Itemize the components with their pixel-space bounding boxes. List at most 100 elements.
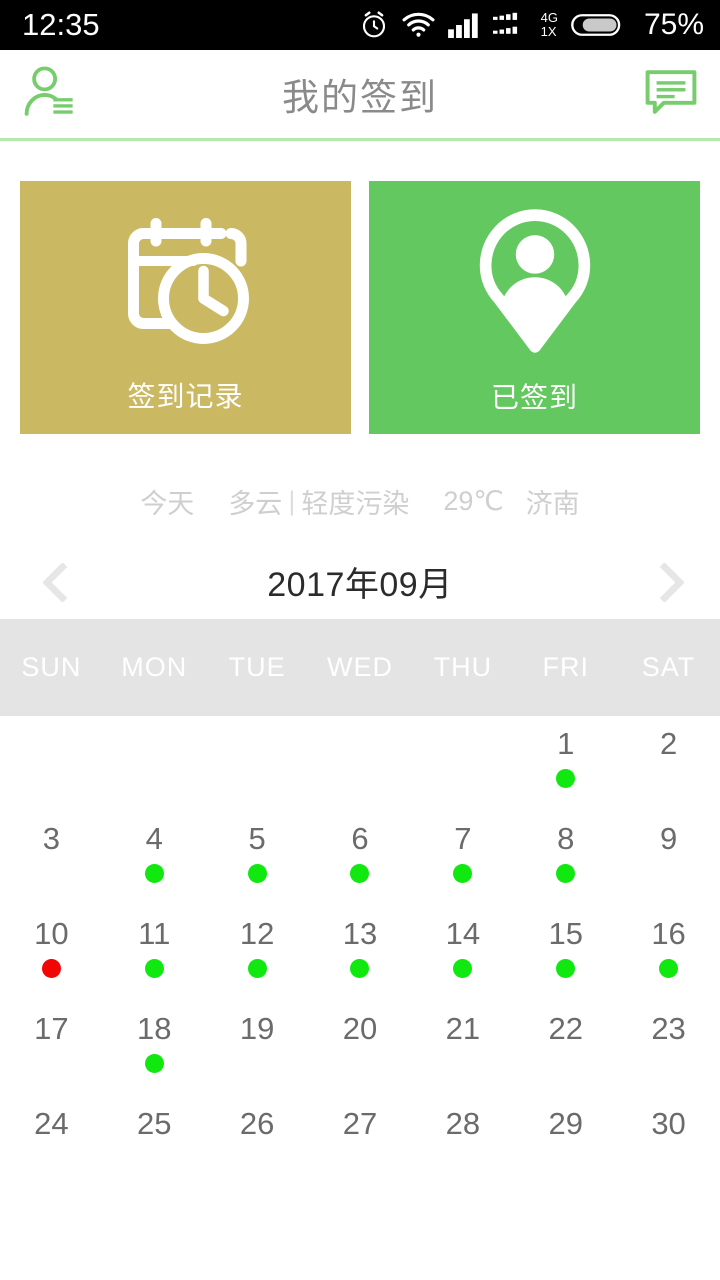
calendar-day-number: 12: [239, 916, 275, 951]
calendar-day-cell[interactable]: 3: [0, 811, 103, 906]
calendar-day-cell[interactable]: 30: [617, 1096, 720, 1191]
calendar-day-cell[interactable]: 21: [411, 1001, 514, 1096]
calendar-day-cell[interactable]: 20: [309, 1001, 412, 1096]
alarm-icon: [359, 10, 389, 40]
calendar-day-dot-green: [144, 1054, 164, 1073]
calendar-day-cell[interactable]: 17: [0, 1001, 103, 1096]
calendar-day-dot-green: [144, 864, 164, 883]
calendar-day-number: 27: [342, 1106, 378, 1141]
calendar-day-number: 15: [548, 916, 583, 951]
calendar-day-cell[interactable]: 29: [514, 1096, 617, 1191]
calendar-day-number: 29: [548, 1106, 583, 1141]
signal-icon: [447, 12, 480, 38]
calendar-day-dot-green: [247, 959, 267, 978]
calendar-day-number: 20: [342, 1011, 378, 1046]
wifi-icon: [402, 11, 435, 39]
calendar-day-number: 9: [659, 821, 678, 856]
calendar-day-cell[interactable]: 6: [309, 811, 412, 906]
calendar-day-cell[interactable]: 26: [206, 1096, 309, 1191]
calendar-day-number: 1: [557, 726, 575, 761]
calendar-day-number: 18: [137, 1011, 172, 1046]
calendar-day-dot-green: [453, 864, 473, 883]
calendar-day-dot-green: [144, 959, 164, 978]
calendar-day-number: 26: [239, 1106, 275, 1141]
calendar-day-dot-green: [453, 959, 473, 978]
calendar-day-dot-green: [556, 864, 576, 883]
calendar-day-dot-green: [350, 864, 370, 883]
checked-in-card[interactable]: 已签到: [369, 181, 700, 434]
weather-bar: 今天 多云 | 轻度污染 29℃ 济南: [0, 482, 720, 521]
calendar-day-number: 2: [659, 726, 678, 761]
calendar-day-cell[interactable]: 2: [617, 716, 720, 811]
calendar-day-number: 11: [138, 916, 171, 951]
status-bar: 12:35 4G 1X 75%: [0, 0, 720, 50]
calendar-clock-icon: [111, 206, 261, 361]
calendar-day-cell[interactable]: 1: [514, 716, 617, 811]
signal-dual-icon: [492, 12, 527, 38]
checkin-record-card[interactable]: 签到记录: [20, 181, 351, 434]
weekday-fri: FRI: [542, 652, 589, 682]
calendar-day-number: 3: [42, 821, 61, 856]
calendar-day-number: 25: [137, 1106, 172, 1141]
chevron-left-icon[interactable]: [42, 564, 76, 598]
calendar-day-cell[interactable]: 24: [0, 1096, 103, 1191]
calendar-day-dot-green: [556, 769, 576, 788]
calendar-day-cell[interactable]: 4: [103, 811, 206, 906]
calendar-day-cell[interactable]: 9: [617, 811, 720, 906]
chevron-right-icon[interactable]: [644, 564, 678, 598]
status-bar-indicators: 4G 1X 75%: [359, 8, 704, 42]
calendar-day-number: 22: [548, 1011, 583, 1046]
calendar-day-cell[interactable]: 16: [617, 906, 720, 1001]
weather-condition: 多云: [228, 489, 283, 519]
network-type-label: 4G 1X: [541, 11, 558, 39]
network-type-1x: 1X: [540, 24, 557, 39]
weekday-sat: SAT: [641, 652, 696, 682]
calendar-day-cell[interactable]: 27: [309, 1096, 412, 1191]
calendar-day-dot-red: [41, 959, 61, 978]
calendar-day-cell[interactable]: 23: [617, 1001, 720, 1096]
weekday-wed: WED: [326, 652, 393, 682]
calendar-day-number: 24: [34, 1106, 69, 1141]
app-header: 我的签到: [0, 50, 720, 141]
user-list-button[interactable]: [22, 64, 76, 125]
calendar-day-number: 21: [445, 1011, 481, 1046]
calendar-day-cell[interactable]: 22: [514, 1001, 617, 1096]
calendar-day-cell[interactable]: 15: [514, 906, 617, 1001]
weekday-thu: THU: [433, 652, 493, 682]
calendar-day-cell[interactable]: 14: [411, 906, 514, 1001]
calendar-day-cell[interactable]: 19: [206, 1001, 309, 1096]
calendar-day-dot-green: [247, 864, 267, 883]
calendar-day-cell[interactable]: 13: [309, 906, 412, 1001]
calendar-day-dot-green: [350, 959, 370, 978]
calendar-day-cell[interactable]: 7: [411, 811, 514, 906]
message-bubble-icon: [644, 69, 698, 120]
calendar-day-cell[interactable]: 8: [514, 811, 617, 906]
calendar-day-cell[interactable]: 25: [103, 1096, 206, 1191]
network-type-4g: 4G: [540, 10, 558, 25]
calendar-day-cell[interactable]: 18: [103, 1001, 206, 1096]
calendar-day-number: 23: [651, 1011, 686, 1046]
calendar-day-cell[interactable]: 10: [0, 906, 103, 1001]
status-bar-time: 12:35: [22, 7, 100, 42]
calendar-day-number: 19: [239, 1011, 275, 1046]
calendar-day-number: 4: [145, 821, 163, 856]
checked-in-label: 已签到: [490, 382, 578, 413]
message-button[interactable]: [644, 68, 698, 121]
calendar-empty-cell: [411, 716, 514, 811]
weather-separator: |: [288, 486, 296, 516]
action-cards: 签到记录 已签到: [0, 181, 720, 434]
calendar-day-cell[interactable]: 11: [103, 906, 206, 1001]
calendar-empty-cell: [206, 716, 309, 811]
calendar-weekday-header: SUN MON TUE WED THU FRI SAT: [0, 619, 720, 716]
calendar-day-dot-green: [556, 959, 576, 978]
calendar-day-number: 10: [34, 916, 69, 951]
weather-air-quality: 轻度污染: [301, 489, 410, 519]
calendar-day-number: 8: [557, 821, 575, 856]
month-title: 2017年09月: [267, 565, 453, 604]
calendar-grid: 1 2 3 4 5 6 7 8 9 10 11 12 13 14 15 16 17 18 19 20 21 22 23 24 2…: [0, 716, 720, 1191]
calendar-day-cell[interactable]: 5: [206, 811, 309, 906]
map-pin-person-icon: [459, 205, 611, 362]
calendar-day-cell[interactable]: 28: [411, 1096, 514, 1191]
calendar-day-cell[interactable]: 12: [206, 906, 309, 1001]
page-title: 我的签到: [282, 77, 438, 118]
